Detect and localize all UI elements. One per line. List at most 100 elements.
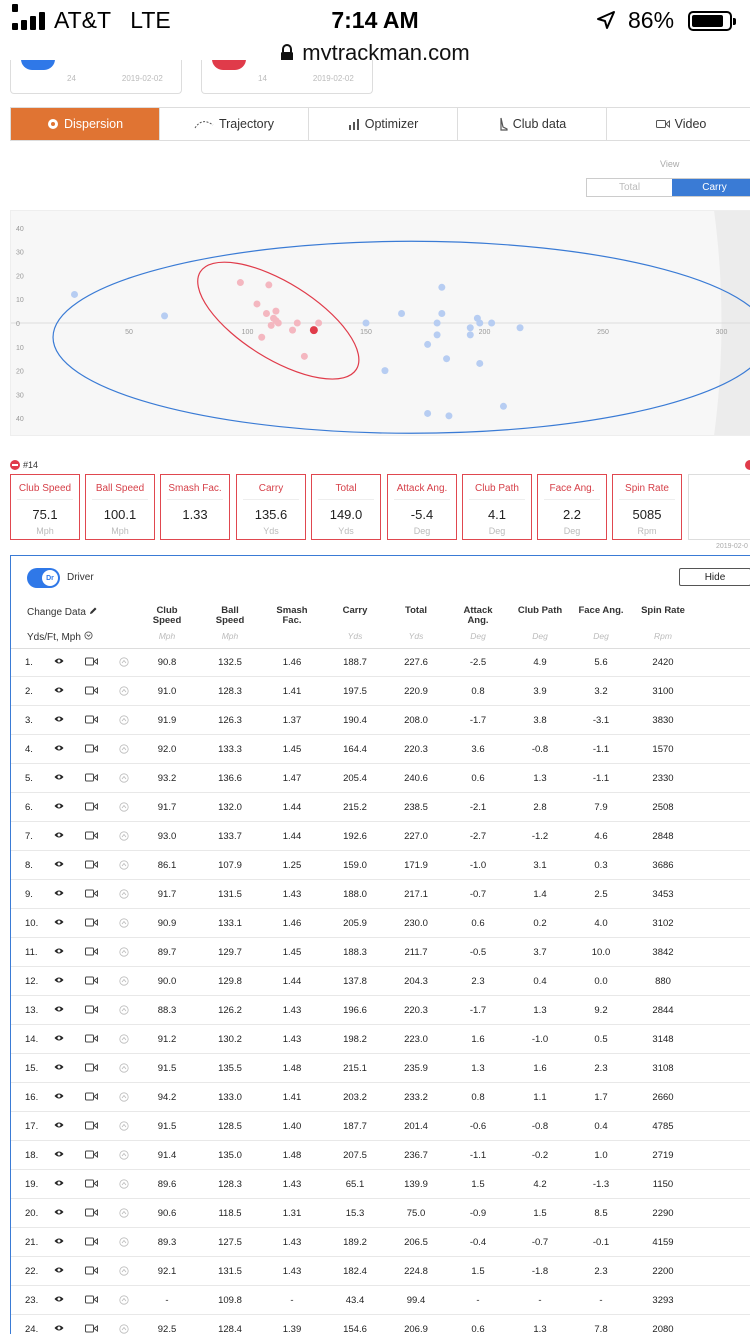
- video-icon[interactable]: [85, 1034, 98, 1046]
- table-row[interactable]: 21. 89.3 127.5 1.43 189.2 206.5 -0.4 -0.7 -0.1 41…: [11, 1228, 750, 1257]
- table-row[interactable]: 4. 92.0 133.3 1.45 164.4 220.3 3.6 -0.8 -1.1 1570: [11, 735, 750, 764]
- shot-info-icon[interactable]: [119, 686, 129, 699]
- video-icon[interactable]: [85, 1237, 98, 1249]
- column-header[interactable]: Ball Speed: [197, 606, 263, 626]
- tab-dispersion[interactable]: Dispersion: [11, 108, 160, 140]
- table-row[interactable]: 12. 90.0 129.8 1.44 137.8 204.3 2.3 0.4 0.0 880: [11, 967, 750, 996]
- video-icon[interactable]: [85, 686, 98, 698]
- eye-icon[interactable]: [54, 657, 64, 668]
- table-row[interactable]: 14. 91.2 130.2 1.43 198.2 223.0 1.6 -1.0 0.5 3148: [11, 1025, 750, 1054]
- table-row[interactable]: 19. 89.6 128.3 1.43 65.1 139.9 1.5 4.2 -1.3 1150: [11, 1170, 750, 1199]
- shot-info-icon[interactable]: [119, 1092, 129, 1105]
- column-header[interactable]: Total: [383, 606, 449, 616]
- table-row[interactable]: 10. 90.9 133.1 1.46 205.9 230.0 0.6 0.2 4.0 3102: [11, 909, 750, 938]
- eye-icon[interactable]: [54, 1150, 64, 1161]
- shot-info-icon[interactable]: [119, 1179, 129, 1192]
- table-row[interactable]: 5. 93.2 136.6 1.47 205.4 240.6 0.6 1.3 -1.1 2330: [11, 764, 750, 793]
- video-icon[interactable]: [85, 889, 98, 901]
- eye-icon[interactable]: [54, 1179, 64, 1190]
- eye-icon[interactable]: [54, 889, 64, 900]
- shot-info-icon[interactable]: [119, 744, 129, 757]
- eye-icon[interactable]: [54, 1295, 64, 1306]
- video-icon[interactable]: [85, 1092, 98, 1104]
- session-toggle[interactable]: [212, 60, 246, 70]
- tab-video[interactable]: Video: [607, 108, 750, 140]
- eye-icon[interactable]: [54, 802, 64, 813]
- column-header[interactable]: Club Path: [507, 606, 573, 616]
- table-row[interactable]: 11. 89.7 129.7 1.45 188.3 211.7 -0.5 3.7 10.0 384…: [11, 938, 750, 967]
- shot-info-icon[interactable]: [119, 1063, 129, 1076]
- column-header[interactable]: Spin Rate: [630, 606, 696, 616]
- eye-icon[interactable]: [54, 947, 64, 958]
- session-toggle[interactable]: [21, 60, 55, 70]
- video-icon[interactable]: [85, 802, 98, 814]
- table-row[interactable]: 22. 92.1 131.5 1.43 182.4 224.8 1.5 -1.8 2.3 2200: [11, 1257, 750, 1286]
- shot-info-icon[interactable]: [119, 1121, 129, 1134]
- shot-info-icon[interactable]: [119, 1237, 129, 1250]
- video-icon[interactable]: [85, 1295, 98, 1307]
- view-carry-button[interactable]: Carry: [672, 179, 750, 196]
- video-icon[interactable]: [85, 1063, 98, 1075]
- eye-icon[interactable]: [54, 1237, 64, 1248]
- session-card-1[interactable]: 24 2019-02-02: [10, 60, 182, 94]
- shot-info-icon[interactable]: [119, 715, 129, 728]
- video-icon[interactable]: [85, 773, 98, 785]
- eye-icon[interactable]: [54, 1034, 64, 1045]
- video-icon[interactable]: [85, 1005, 98, 1017]
- shot-info-icon[interactable]: [119, 947, 129, 960]
- eye-icon[interactable]: [54, 686, 64, 697]
- table-row[interactable]: 1. 90.8 132.5 1.46 188.7 227.6 -2.5 4.9 5.6 2420: [11, 648, 750, 677]
- video-icon[interactable]: [85, 1121, 98, 1133]
- shot-info-icon[interactable]: [119, 1005, 129, 1018]
- table-row[interactable]: 18. 91.4 135.0 1.48 207.5 236.7 -1.1 -0.2 1.0 271…: [11, 1141, 750, 1170]
- video-icon[interactable]: [85, 1150, 98, 1162]
- column-header[interactable]: Face Ang.: [568, 606, 634, 616]
- table-row[interactable]: 23. - 109.8 - 43.4 99.4 - - - 3293: [11, 1286, 750, 1315]
- column-header[interactable]: Smash Fac.: [259, 606, 325, 626]
- eye-icon[interactable]: [54, 1121, 64, 1132]
- column-header[interactable]: Attack Ang.: [445, 606, 511, 626]
- table-row[interactable]: 16. 94.2 133.0 1.41 203.2 233.2 0.8 1.1 1.7 2660: [11, 1083, 750, 1112]
- shot-info-icon[interactable]: [119, 1208, 129, 1221]
- table-row[interactable]: 8. 86.1 107.9 1.25 159.0 171.9 -1.0 3.1 0.3 3686: [11, 851, 750, 880]
- table-row[interactable]: 2. 91.0 128.3 1.41 197.5 220.9 0.8 3.9 3.2 3100: [11, 677, 750, 706]
- video-icon[interactable]: [85, 744, 98, 756]
- change-data-link[interactable]: Change Data: [27, 607, 97, 618]
- eye-icon[interactable]: [54, 1208, 64, 1219]
- table-row[interactable]: 15. 91.5 135.5 1.48 215.1 235.9 1.3 1.6 2.3 3108: [11, 1054, 750, 1083]
- eye-icon[interactable]: [54, 1092, 64, 1103]
- shot-info-icon[interactable]: [119, 773, 129, 786]
- table-row[interactable]: 9. 91.7 131.5 1.43 188.0 217.1 -0.7 1.4 2.5 3453: [11, 880, 750, 909]
- shot-info-icon[interactable]: [119, 918, 129, 931]
- eye-icon[interactable]: [54, 831, 64, 842]
- video-icon[interactable]: [85, 976, 98, 988]
- view-total-button[interactable]: Total: [587, 179, 672, 196]
- shot-info-icon[interactable]: [119, 657, 129, 670]
- session-card-2[interactable]: 14 2019-02-02: [201, 60, 373, 94]
- table-row[interactable]: 7. 93.0 133.7 1.44 192.6 227.0 -2.7 -1.2 4.6 2848: [11, 822, 750, 851]
- table-row[interactable]: 24. 92.5 128.4 1.39 154.6 206.9 0.6 1.3 7.8 2080: [11, 1315, 750, 1334]
- table-row[interactable]: 20. 90.6 118.5 1.31 15.3 75.0 -0.9 1.5 8.5 2290: [11, 1199, 750, 1228]
- eye-icon[interactable]: [54, 744, 64, 755]
- eye-icon[interactable]: [54, 1005, 64, 1016]
- video-icon[interactable]: [85, 657, 98, 669]
- shot-info-icon[interactable]: [119, 802, 129, 815]
- table-row[interactable]: 13. 88.3 126.2 1.43 196.6 220.3 -1.7 1.3 9.2 2844: [11, 996, 750, 1025]
- shot-info-icon[interactable]: [119, 1324, 129, 1334]
- shot-info-icon[interactable]: [119, 1266, 129, 1279]
- table-row[interactable]: 17. 91.5 128.5 1.40 187.7 201.4 -0.6 -0.8 0.4 478…: [11, 1112, 750, 1141]
- eye-icon[interactable]: [54, 860, 64, 871]
- hide-button[interactable]: Hide: [679, 568, 750, 586]
- table-row[interactable]: 3. 91.9 126.3 1.37 190.4 208.0 -1.7 3.8 -3.1 3830: [11, 706, 750, 735]
- video-icon[interactable]: [85, 918, 98, 930]
- shot-info-icon[interactable]: [119, 1295, 129, 1308]
- eye-icon[interactable]: [54, 715, 64, 726]
- eye-icon[interactable]: [54, 1266, 64, 1277]
- video-icon[interactable]: [85, 1324, 98, 1334]
- shot-info-icon[interactable]: [119, 1150, 129, 1163]
- video-icon[interactable]: [85, 860, 98, 872]
- column-header[interactable]: Carry: [322, 606, 388, 616]
- dispersion-chart[interactable]: 50 100 150 200 250 300 40 30 20 10 0 10 20 30 40: [10, 210, 750, 436]
- video-icon[interactable]: [85, 831, 98, 843]
- shot-info-icon[interactable]: [119, 831, 129, 844]
